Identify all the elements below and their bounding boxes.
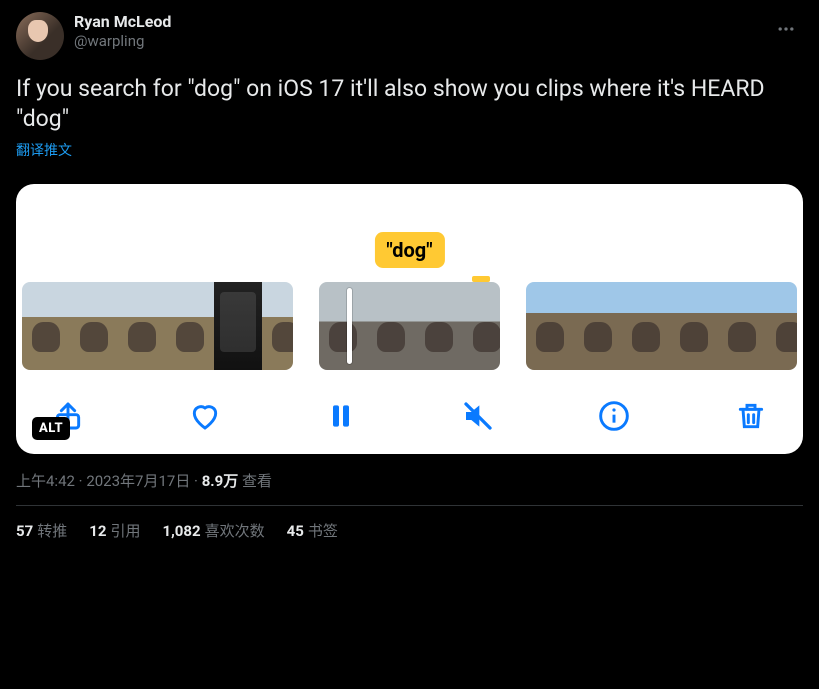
video-frame: [166, 282, 214, 370]
retweets-stat[interactable]: 57转推: [16, 520, 67, 541]
video-frame: [22, 282, 70, 370]
retweets-label: 转推: [37, 522, 67, 540]
video-frame: [319, 282, 367, 370]
retweets-count: 57: [16, 522, 33, 540]
tweet-text: If you search for "dog" on iOS 17 it'll …: [16, 74, 803, 134]
views-count: 8.9万: [202, 472, 239, 490]
video-frame: [415, 282, 463, 370]
clip-thumbnail-group[interactable]: [22, 282, 293, 370]
bookmarks-label: 书签: [308, 522, 338, 540]
tweet-meta: 上午4:42 · 2023年7月17日 · 8.9万 查看: [16, 470, 803, 491]
video-frame: [766, 282, 797, 370]
tweet-date[interactable]: 2023年7月17日: [86, 472, 190, 490]
clip-thumbnail-group[interactable]: [526, 282, 797, 370]
info-button[interactable]: [598, 400, 630, 432]
like-button[interactable]: [189, 400, 221, 432]
media-attachment[interactable]: "dog": [16, 184, 803, 454]
quotes-stat[interactable]: 12引用: [89, 520, 140, 541]
likes-count: 1,082: [162, 522, 200, 540]
video-frame: [214, 282, 262, 370]
video-frame: [718, 282, 766, 370]
info-icon: [598, 400, 630, 432]
likes-label: 喜欢次数: [205, 522, 265, 540]
heart-icon: [189, 400, 221, 432]
likes-stat[interactable]: 1,082 喜欢次数: [162, 520, 264, 541]
search-term-chip: "dog": [374, 232, 444, 268]
mute-button[interactable]: [462, 400, 494, 432]
video-frame: [463, 282, 500, 370]
clip-thumbnail-group[interactable]: [319, 282, 500, 370]
video-frame: [574, 282, 622, 370]
video-frame: [262, 282, 293, 370]
playhead-indicator[interactable]: [347, 288, 352, 364]
video-frame: [526, 282, 574, 370]
translate-link[interactable]: 翻译推文: [16, 140, 72, 160]
views-label: 查看: [242, 472, 272, 490]
video-frame: [367, 282, 415, 370]
more-options-button[interactable]: [769, 12, 803, 46]
speaker-muted-icon: [462, 400, 494, 432]
engagement-row: 57转推 12引用 1,082 喜欢次数 45书签: [16, 506, 803, 541]
pause-icon: [325, 400, 357, 432]
pause-button[interactable]: [325, 400, 357, 432]
tweet-header: Ryan McLeod @warpling: [16, 12, 803, 60]
video-frame: [670, 282, 718, 370]
video-frame: [70, 282, 118, 370]
tweet-time[interactable]: 上午4:42: [16, 472, 75, 490]
display-name: Ryan McLeod: [74, 12, 171, 32]
bookmarks-count: 45: [287, 522, 304, 540]
tweet-container: Ryan McLeod @warpling If you search for …: [0, 0, 819, 553]
handle: @warpling: [74, 32, 171, 51]
ellipsis-icon: [776, 19, 796, 39]
quotes-label: 引用: [110, 522, 140, 540]
media-header-area: "dog": [16, 184, 803, 264]
delete-button[interactable]: [735, 400, 767, 432]
trash-icon: [735, 400, 767, 432]
media-toolbar: [16, 378, 803, 440]
author-names[interactable]: Ryan McLeod @warpling: [74, 12, 171, 51]
bookmarks-stat[interactable]: 45书签: [287, 520, 338, 541]
avatar[interactable]: [16, 12, 64, 60]
video-filmstrip[interactable]: [16, 264, 803, 378]
quotes-count: 12: [89, 522, 106, 540]
alt-text-badge[interactable]: ALT: [32, 417, 70, 440]
video-frame: [622, 282, 670, 370]
video-frame: [118, 282, 166, 370]
